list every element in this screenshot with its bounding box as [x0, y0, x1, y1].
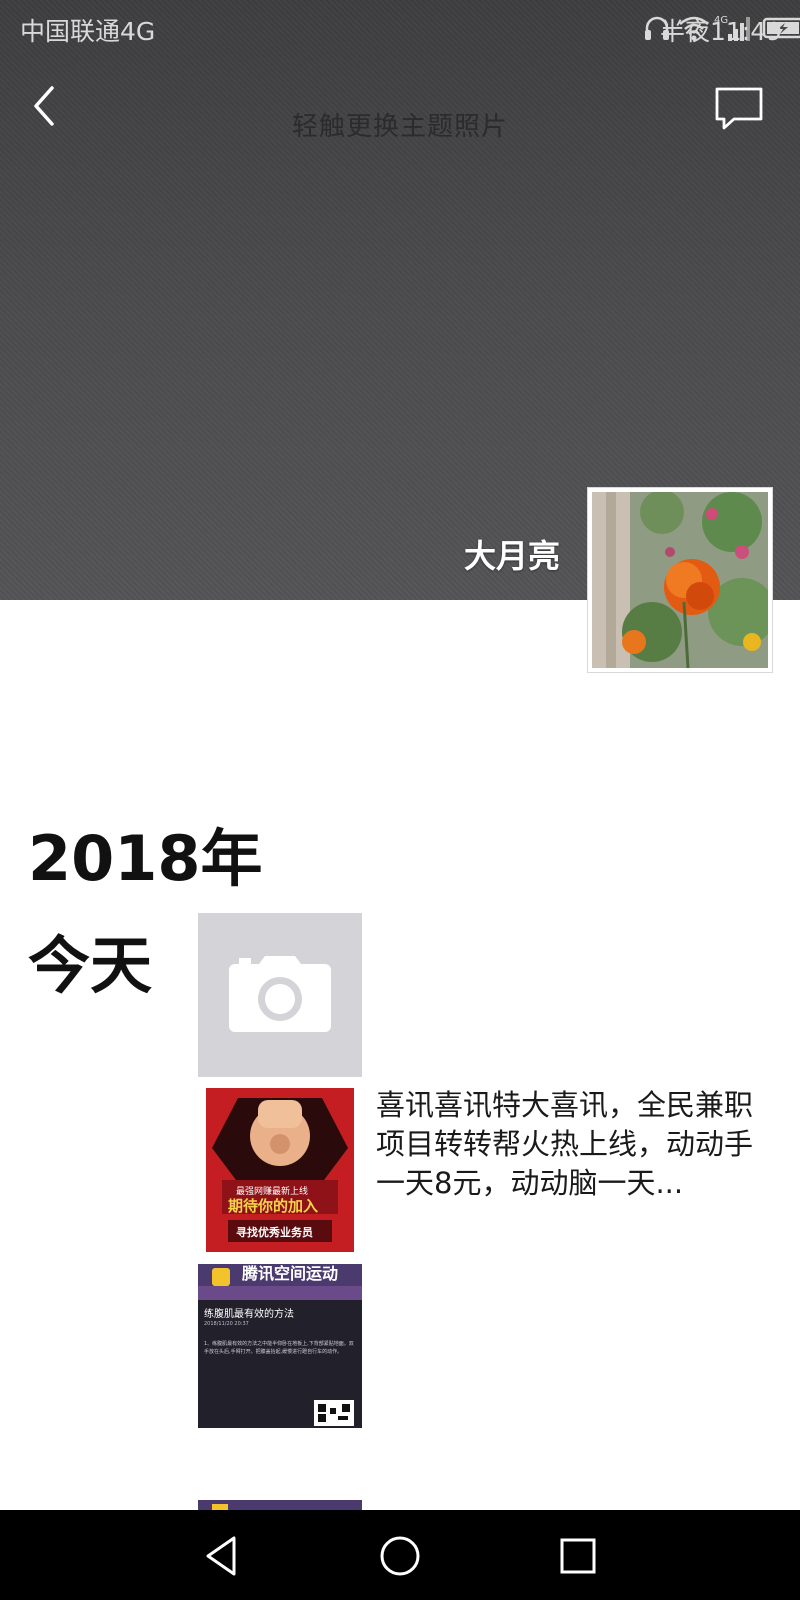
- recents-square-icon: [560, 1538, 596, 1574]
- clock: 半夜11:49: [659, 17, 782, 46]
- year-heading: 2018年: [28, 822, 263, 895]
- new-post-camera-button[interactable]: [198, 913, 362, 1077]
- recruit-line-3: 寻找优秀业务员: [236, 1226, 313, 1239]
- cover-hint: 轻触更换主题照片: [291, 112, 508, 142]
- carrier-label: 中国联通4G: [20, 17, 156, 46]
- post-image-recruit[interactable]: 最强网赚最新上线 期待你的加入 寻找优秀业务员: [198, 1088, 362, 1252]
- system-nav-bar: [0, 1510, 800, 1600]
- nav-back-button[interactable]: [200, 1532, 248, 1580]
- nav-home-button[interactable]: [376, 1532, 424, 1580]
- home-circle-icon: [380, 1536, 420, 1576]
- post-text-content: 喜讯喜讯特大喜讯，全民兼职项目转转帮火热上线，动动手一天8元，动动脑一天...: [376, 1088, 754, 1200]
- fitness-date: 2018/11/20 20:37: [204, 1321, 249, 1327]
- post-image-fitness[interactable]: 腾讯空间运动 练腹肌最有效的方法 2018/11/20 20:37 1、练腹肌最…: [198, 1264, 362, 1428]
- fitness-body: 1、练腹肌最有效的方法之中能半仰卧在地板上,下背部紧贴地面。双手放在头后,手臂打…: [204, 1341, 354, 1355]
- day-label: 今天: [28, 929, 153, 1002]
- post-text[interactable]: 喜讯喜讯特大喜讯，全民兼职项目转转帮火热上线，动动手一天8元，动动脑一天...: [376, 1086, 766, 1203]
- fitness-banner: 腾讯空间运动: [242, 1264, 339, 1283]
- message-icon: [715, 87, 763, 130]
- status-bar: 中国联通4G 4G 半夜11:49: [0, 0, 800, 56]
- back-triangle-icon: [206, 1536, 236, 1576]
- username[interactable]: 大月亮: [464, 531, 560, 577]
- nav-recents-button[interactable]: [554, 1532, 602, 1580]
- avatar[interactable]: [587, 487, 773, 673]
- recruit-line-2: 期待你的加入: [228, 1197, 319, 1215]
- camera-icon: [229, 956, 331, 1032]
- avatar-flower-photo: [592, 492, 768, 668]
- fitness-title: 练腹肌最有效的方法: [204, 1309, 294, 1320]
- message-button[interactable]: [714, 86, 764, 132]
